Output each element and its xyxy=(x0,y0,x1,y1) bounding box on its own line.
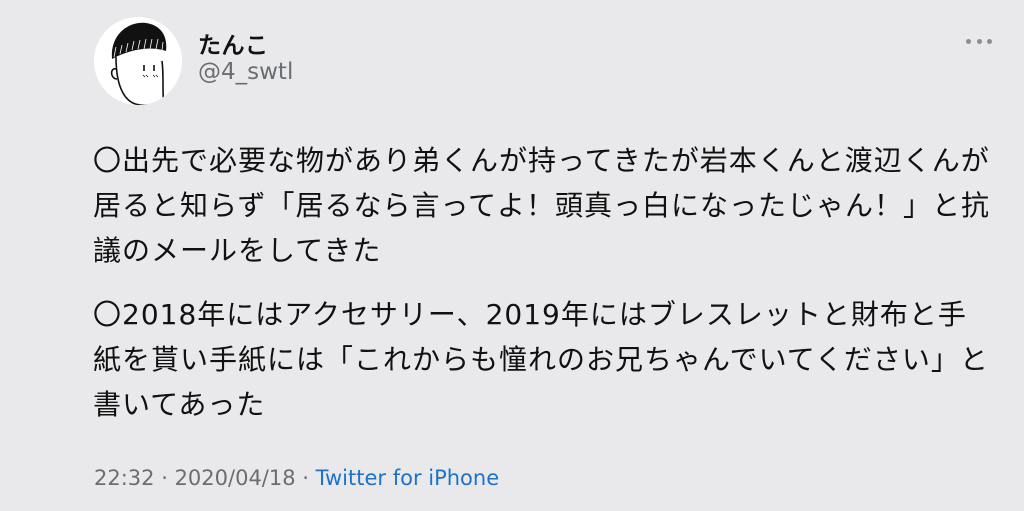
tweet-text-paragraph: 〇出先で必要な物があり弟くんが持ってきたが岩本くんと渡辺くんが居ると知らず「居る… xyxy=(93,144,991,267)
dot xyxy=(976,38,982,44)
avatar-drawing-icon xyxy=(94,17,182,105)
meta-separator: · xyxy=(295,466,316,490)
tweet-date[interactable]: 2020/04/18 xyxy=(175,466,296,490)
tweet-meta: 22:32 · 2020/04/18 · Twitter for iPhone xyxy=(94,466,499,490)
meta-separator: · xyxy=(154,466,175,490)
tweet-text-paragraph: 〇2018年にはアクセサリー、2019年にはブレスレットと財布と手紙を貰い手紙に… xyxy=(93,298,989,421)
tweet: たんこ @4_swtl 〇出先で必要な物があり弟くんが持ってきたが岩本くんと渡辺… xyxy=(0,0,1024,511)
dot xyxy=(966,38,971,44)
more-options-icon[interactable] xyxy=(966,34,992,48)
dot xyxy=(987,38,992,44)
tweet-source-link[interactable]: Twitter for iPhone xyxy=(316,466,500,490)
tweet-time[interactable]: 22:32 xyxy=(94,466,155,490)
avatar[interactable] xyxy=(94,17,182,105)
author-handle[interactable]: @4_swtl xyxy=(198,59,293,85)
author-name[interactable]: たんこ xyxy=(198,26,269,60)
